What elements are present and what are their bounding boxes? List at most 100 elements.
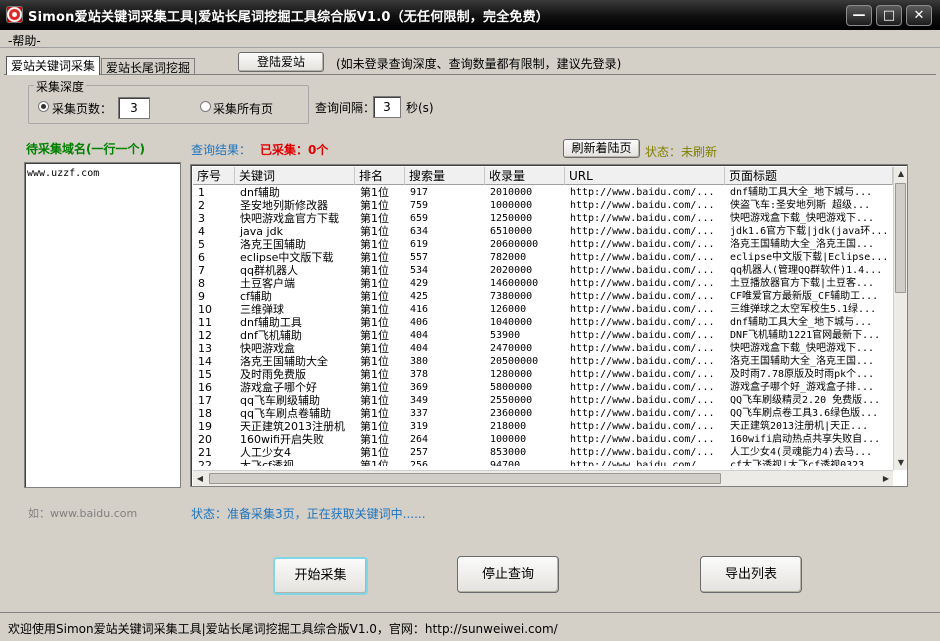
table-row[interactable]: 10 三维弹球 第1位 416 126000 http://www.baidu.com/.… bbox=[193, 303, 893, 316]
cell-page-title: QQ飞车刷级精灵2.20 免费版... bbox=[730, 395, 881, 406]
cell-keyword: qq群机器人 bbox=[240, 264, 298, 277]
table-row[interactable]: 20 160wifi开启失败 第1位 264 100000 http://www.baid… bbox=[193, 433, 893, 446]
status-bar-text: 欢迎使用Simon爱站关键词采集工具|爱站长尾词挖掘工具综合版V1.0，官网：h… bbox=[8, 622, 558, 636]
cell-indexed-count: 1040000 bbox=[490, 317, 533, 328]
scroll-right-icon[interactable]: ▶ bbox=[879, 472, 893, 486]
stop-query-button[interactable]: 停止查询 bbox=[457, 556, 559, 593]
table-row[interactable]: 8 土豆客户端 第1位 429 14600000 http://www.baidu.com… bbox=[193, 277, 893, 290]
table-row[interactable]: 5 洛克王国辅助 第1位 619 20600000 http://www.baidu.co… bbox=[193, 238, 893, 251]
cell-indexed-count: 2550000 bbox=[490, 395, 533, 406]
pages-label: 采集页数： bbox=[52, 102, 113, 116]
cell-keyword: cf辅助 bbox=[240, 290, 272, 303]
tab-keyword-collect[interactable]: 爱站关键词采集 bbox=[6, 56, 101, 75]
table-row[interactable]: 7 qq群机器人 第1位 534 2020000 http://www.baidu.com… bbox=[193, 264, 893, 277]
tab-longtail-mining[interactable]: 爱站长尾词挖掘 bbox=[101, 58, 196, 75]
cell-indexed-count: 853000 bbox=[490, 447, 527, 458]
cell-search-volume: 404 bbox=[410, 343, 429, 354]
table-row[interactable]: 9 cf辅助 第1位 425 7380000 http://www.baidu.com/.… bbox=[193, 290, 893, 303]
radio-unchecked-icon[interactable] bbox=[200, 101, 211, 112]
table-row[interactable]: 18 qq飞车刷点卷辅助 第1位 337 2360000 http://www.baidu… bbox=[193, 407, 893, 420]
table-row[interactable]: 15 及时雨免费版 第1位 378 1280000 http://www.baidu.co… bbox=[193, 368, 893, 381]
vertical-scrollbar[interactable]: ▲ ▼ bbox=[893, 167, 907, 470]
scroll-down-icon[interactable]: ▼ bbox=[894, 456, 907, 470]
cell-indexed-count: 20600000 bbox=[490, 239, 539, 250]
cell-index: 3 bbox=[198, 212, 205, 225]
cell-rank: 第1位 bbox=[360, 433, 389, 446]
cell-rank: 第1位 bbox=[360, 303, 389, 316]
refresh-status: 状态：未刷新 bbox=[645, 145, 718, 159]
column-header[interactable]: 页面标题 bbox=[725, 167, 893, 185]
cell-rank: 第1位 bbox=[360, 459, 389, 466]
cell-rank: 第1位 bbox=[360, 368, 389, 381]
cell-index: 11 bbox=[198, 316, 212, 329]
cell-indexed-count: 100000 bbox=[490, 434, 527, 445]
start-collect-button[interactable]: 开始采集 bbox=[273, 557, 368, 595]
vertical-scroll-thumb[interactable] bbox=[895, 183, 906, 293]
cell-rank: 第1位 bbox=[360, 407, 389, 420]
scroll-up-icon[interactable]: ▲ bbox=[894, 167, 907, 181]
status-bar: 欢迎使用Simon爱站关键词采集工具|爱站长尾词挖掘工具综合版V1.0，官网：h… bbox=[0, 612, 940, 641]
table-row[interactable]: 22 大飞cf透视 第1位 256 94700 http://www.baidu.com/… bbox=[193, 459, 893, 466]
cell-keyword: 大飞cf透视 bbox=[240, 459, 294, 466]
interval-input[interactable]: 3 bbox=[373, 96, 401, 118]
horizontal-scrollbar[interactable]: ◀ ▶ bbox=[193, 470, 893, 486]
maximize-button[interactable]: □ bbox=[876, 5, 902, 26]
refresh-landing-button[interactable]: 刷新着陆页 bbox=[563, 139, 640, 158]
cell-rank: 第1位 bbox=[360, 290, 389, 303]
cell-rank: 第1位 bbox=[360, 342, 389, 355]
cell-search-volume: 634 bbox=[410, 226, 429, 237]
login-hint: (如未登录查询深度、查询数量都有限制，建议先登录) bbox=[336, 57, 622, 71]
cell-page-title: 侠盗飞车:圣安地列斯 超级... bbox=[730, 200, 871, 211]
cell-page-title: 洛克王国辅助大全_洛克王国... bbox=[730, 239, 875, 250]
minimize-button[interactable]: — bbox=[846, 5, 872, 26]
cell-keyword: 天正建筑2013注册机 bbox=[240, 420, 345, 433]
table-row[interactable]: 17 qq飞车刷级辅助 第1位 349 2550000 http://www.baidu.… bbox=[193, 394, 893, 407]
cell-index: 20 bbox=[198, 433, 212, 446]
horizontal-scroll-thumb[interactable] bbox=[209, 473, 721, 484]
cell-indexed-count: 782000 bbox=[490, 252, 527, 263]
cell-keyword: 三维弹球 bbox=[240, 303, 284, 316]
cell-url: http://www.baidu.com/... bbox=[570, 317, 715, 328]
cell-search-volume: 319 bbox=[410, 421, 429, 432]
table-row[interactable]: 3 快吧游戏盒官方下载 第1位 659 1250000 http://www.baidu.… bbox=[193, 212, 893, 225]
cell-page-title: 快吧游戏盒下载_快吧游戏下... bbox=[730, 343, 875, 354]
column-header[interactable]: 搜索量 bbox=[405, 167, 485, 185]
close-button[interactable]: ✕ bbox=[906, 5, 932, 26]
pages-input[interactable]: 3 bbox=[118, 97, 150, 119]
cell-index: 7 bbox=[198, 264, 205, 277]
table-row[interactable]: 14 洛克王国辅助大全 第1位 380 20500000 http://www.baidu… bbox=[193, 355, 893, 368]
table-row[interactable]: 21 人工少女4 第1位 257 853000 http://www.baidu.com/… bbox=[193, 446, 893, 459]
cell-search-volume: 369 bbox=[410, 382, 429, 393]
table-row[interactable]: 4 java jdk 第1位 634 6510000 http://www.baidu.c… bbox=[193, 225, 893, 238]
cell-keyword: dnf辅助 bbox=[240, 186, 280, 199]
table-row[interactable]: 12 dnf飞机辅助 第1位 404 53900 http://www.baidu.com… bbox=[193, 329, 893, 342]
table-row[interactable]: 6 eclipse中文版下载 第1位 557 782000 http://www.baid… bbox=[193, 251, 893, 264]
table-row[interactable]: 19 天正建筑2013注册机 第1位 319 218000 http://www.baid… bbox=[193, 420, 893, 433]
cell-page-title: 游戏盒子哪个好_游戏盒子排... bbox=[730, 382, 875, 393]
column-header[interactable]: 收录量 bbox=[485, 167, 565, 185]
results-table[interactable]: 序号 关键词 排名 搜索量 收录量 URL 页面标题 1 dnf辅助 第1位 917 2… bbox=[190, 164, 908, 487]
table-row[interactable]: 1 dnf辅助 第1位 917 2010000 http://www.baidu.com/… bbox=[193, 186, 893, 199]
column-header[interactable]: 关键词 bbox=[235, 167, 355, 185]
table-row[interactable]: 13 快吧游戏盒 第1位 404 2470000 http://www.baidu.com… bbox=[193, 342, 893, 355]
radio-checked-icon[interactable] bbox=[38, 101, 49, 112]
interval-label: 查询间隔： bbox=[315, 101, 376, 115]
cell-url: http://www.baidu.com/... bbox=[570, 265, 715, 276]
cell-url: http://www.baidu.com/... bbox=[570, 408, 715, 419]
table-row[interactable]: 2 圣安地列斯修改器 第1位 759 1000000 http://www.baidu.c… bbox=[193, 199, 893, 212]
column-header[interactable]: 序号 bbox=[193, 167, 235, 185]
table-row[interactable]: 16 游戏盒子哪个好 第1位 369 5800000 http://www.baidu.c… bbox=[193, 381, 893, 394]
login-button[interactable]: 登陆爱站 bbox=[238, 52, 324, 72]
column-header[interactable]: URL bbox=[565, 167, 725, 185]
table-row[interactable]: 11 dnf辅助工具 第1位 406 1040000 http://www.baidu.c… bbox=[193, 316, 893, 329]
column-header[interactable]: 排名 bbox=[355, 167, 405, 185]
cell-url: http://www.baidu.com/... bbox=[570, 447, 715, 458]
scroll-left-icon[interactable]: ◀ bbox=[193, 472, 207, 486]
cell-indexed-count: 1250000 bbox=[490, 213, 533, 224]
cell-keyword: qq飞车刷级辅助 bbox=[240, 394, 320, 407]
title-bar[interactable]: Simon爱站关键词采集工具|爱站长尾词挖掘工具综合版V1.0（无任何限制，完全… bbox=[0, 0, 940, 30]
cell-keyword: dnf飞机辅助 bbox=[240, 329, 302, 342]
domains-textarea[interactable]: www.uzzf.com bbox=[24, 162, 181, 488]
menu-help[interactable]: -帮助- bbox=[8, 32, 41, 49]
export-list-button[interactable]: 导出列表 bbox=[700, 556, 802, 593]
